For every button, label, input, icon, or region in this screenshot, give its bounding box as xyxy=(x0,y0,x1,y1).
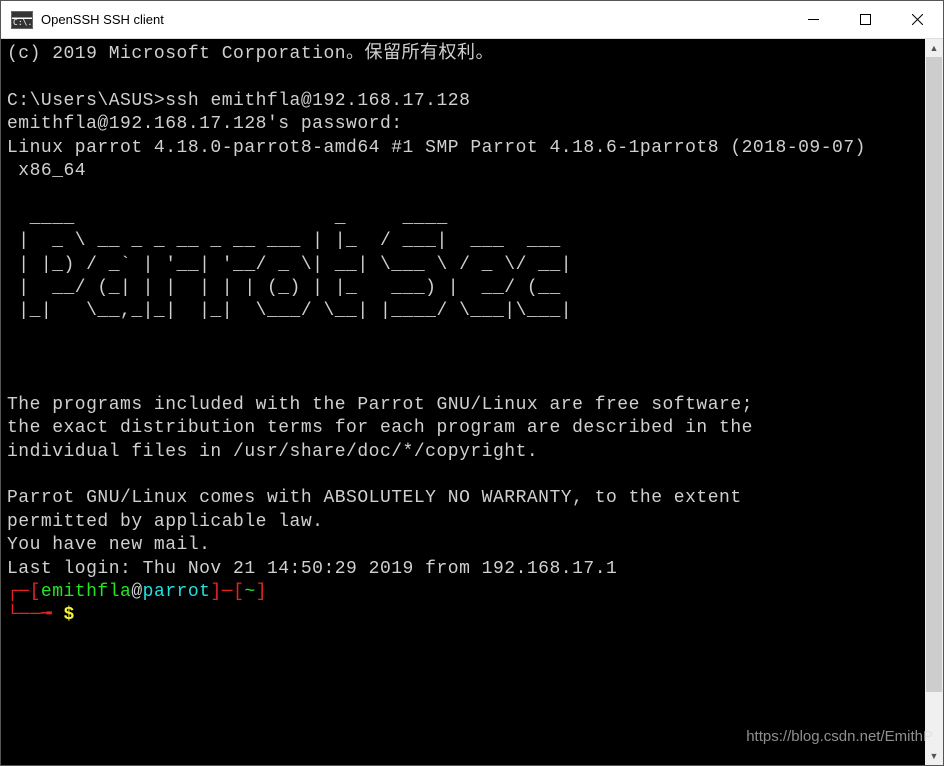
scrollbar[interactable]: ▲ ▼ xyxy=(925,39,943,765)
scroll-down-arrow-icon[interactable]: ▼ xyxy=(925,747,943,765)
ps1-host: parrot xyxy=(143,582,211,602)
ps1-close1: ] xyxy=(210,582,221,602)
ps1-user: emithfla xyxy=(41,582,131,602)
local-prompt: C:\Users\ASUS> xyxy=(7,91,165,111)
ps1-dash: ─ xyxy=(222,582,233,602)
maximize-button[interactable] xyxy=(839,1,891,38)
minimize-icon xyxy=(808,14,819,25)
copyright-line: (c) 2019 Microsoft Corporation。保留所有权利。 xyxy=(7,44,494,64)
ps1-line2: └──╼ xyxy=(7,605,64,625)
window-controls xyxy=(787,1,943,38)
close-button[interactable] xyxy=(891,1,943,38)
ps1-dollar: $ xyxy=(64,605,75,625)
scroll-thumb[interactable] xyxy=(926,57,942,692)
terminal-area: (c) 2019 Microsoft Corporation。保留所有权利。 C… xyxy=(1,39,943,765)
minimize-button[interactable] xyxy=(787,1,839,38)
ps1-close2: ] xyxy=(256,582,267,602)
window-title: OpenSSH SSH client xyxy=(41,12,787,27)
titlebar[interactable]: C:\. OpenSSH SSH client xyxy=(1,1,943,39)
programs-notice: The programs included with the Parrot GN… xyxy=(7,395,753,462)
app-icon: C:\. xyxy=(11,11,33,29)
ps1-at: @ xyxy=(131,582,142,602)
warranty-notice: Parrot GNU/Linux comes with ABSOLUTELY N… xyxy=(7,488,742,531)
close-icon xyxy=(912,14,923,25)
maximize-icon xyxy=(860,14,871,25)
terminal-output[interactable]: (c) 2019 Microsoft Corporation。保留所有权利。 C… xyxy=(1,39,925,765)
scroll-up-arrow-icon[interactable]: ▲ xyxy=(925,39,943,57)
mail-notice: You have new mail. xyxy=(7,535,210,555)
ps1-corner: ┌─[ xyxy=(7,582,41,602)
password-prompt: emithfla@192.168.17.128's password: xyxy=(7,114,403,134)
ps1-open2: [ xyxy=(233,582,244,602)
ascii-banner: ____ _ ____ | _ \ __ _ _ __ _ __ ___ | |… xyxy=(7,208,595,322)
last-login: Last login: Thu Nov 21 14:50:29 2019 fro… xyxy=(7,559,617,579)
ssh-command: ssh emithfla@192.168.17.128 xyxy=(165,91,470,111)
scroll-track[interactable] xyxy=(925,57,943,747)
ps1-path: ~ xyxy=(244,582,255,602)
kernel-info: Linux parrot 4.18.0-parrot8-amd64 #1 SMP… xyxy=(7,138,866,181)
app-window: C:\. OpenSSH SSH client (c) 2019 Microso… xyxy=(0,0,944,766)
